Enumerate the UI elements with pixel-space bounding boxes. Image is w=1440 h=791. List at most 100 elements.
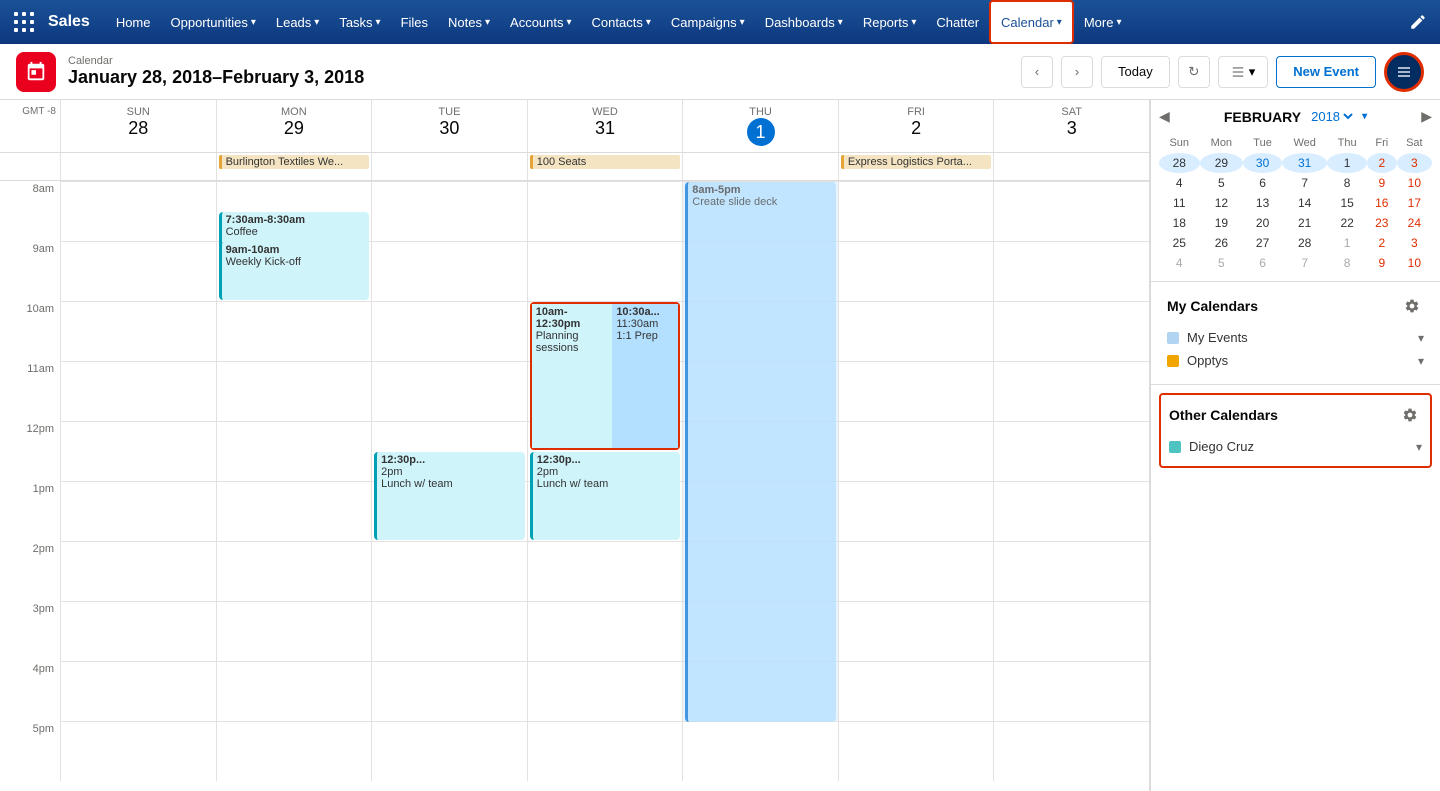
mini-cal-day[interactable]: 12 xyxy=(1200,193,1244,213)
nav-campaigns[interactable]: Campaigns▾ xyxy=(661,0,755,44)
time-cell-tue-3[interactable] xyxy=(371,601,527,661)
allday-fri[interactable]: Express Logistics Porta... xyxy=(838,153,994,180)
mini-cal-day[interactable]: 20 xyxy=(1243,213,1282,233)
time-cell-mon-4[interactable] xyxy=(216,661,372,721)
nav-contacts[interactable]: Contacts▾ xyxy=(582,0,661,44)
time-cell-sun-2[interactable] xyxy=(60,541,216,601)
time-cell-thu-5[interactable] xyxy=(682,721,838,781)
mini-cal-day[interactable]: 3 xyxy=(1397,153,1432,173)
mini-cal-prev[interactable]: ◀ xyxy=(1159,108,1170,125)
diego-cruz-chevron[interactable]: ▾ xyxy=(1416,440,1422,454)
mini-cal-day[interactable]: 4 xyxy=(1159,173,1200,193)
my-events-chevron[interactable]: ▾ xyxy=(1418,331,1424,345)
time-cell-wed-2[interactable] xyxy=(527,541,683,601)
nav-notes[interactable]: Notes▾ xyxy=(438,0,500,44)
time-cell-sun-5[interactable] xyxy=(60,721,216,781)
allday-event-express[interactable]: Express Logistics Porta... xyxy=(841,155,992,169)
time-cell-sat-9[interactable] xyxy=(993,241,1149,301)
time-cell-tue-5[interactable] xyxy=(371,721,527,781)
mini-cal-day[interactable]: 21 xyxy=(1282,213,1327,233)
mini-cal-day[interactable]: 25 xyxy=(1159,233,1200,253)
event-lunch-thu[interactable]: 12:30p... 2pm Lunch w/ team xyxy=(530,452,681,540)
time-cell-sat-12[interactable] xyxy=(993,421,1149,481)
time-cell-sun-8[interactable] xyxy=(60,181,216,241)
time-cell-mon-1[interactable] xyxy=(216,481,372,541)
mini-cal-day[interactable]: 27 xyxy=(1243,233,1282,253)
nav-leads[interactable]: Leads▾ xyxy=(266,0,329,44)
time-cell-sun-12[interactable] xyxy=(60,421,216,481)
mini-cal-day[interactable]: 19 xyxy=(1200,213,1244,233)
event-lunch-wed[interactable]: 12:30p... 2pm Lunch w/ team xyxy=(374,452,525,540)
mini-cal-day[interactable]: 4 xyxy=(1159,253,1200,273)
time-cell-sun-11[interactable] xyxy=(60,361,216,421)
new-event-button[interactable]: New Event xyxy=(1276,56,1376,88)
mini-cal-day[interactable]: 3 xyxy=(1397,233,1432,253)
mini-cal-day[interactable]: 2 xyxy=(1367,233,1397,253)
time-cell-sat-1[interactable] xyxy=(993,481,1149,541)
time-cell-wed-5[interactable] xyxy=(527,721,683,781)
time-cell-sat-8[interactable] xyxy=(993,181,1149,241)
event-planning[interactable]: 10am- 12:30pm Planning sessions xyxy=(532,304,613,448)
time-cell-mon-5[interactable] xyxy=(216,721,372,781)
event-slide-deck[interactable]: 8am-5pm Create slide deck xyxy=(685,182,836,722)
time-cell-fri-12[interactable] xyxy=(838,421,994,481)
time-cell-sat-4[interactable] xyxy=(993,661,1149,721)
time-cell-tue-2[interactable] xyxy=(371,541,527,601)
mini-cal-next[interactable]: ▶ xyxy=(1421,108,1432,125)
mini-cal-day[interactable]: 7 xyxy=(1282,173,1327,193)
mini-cal-day[interactable]: 16 xyxy=(1367,193,1397,213)
mini-cal-day[interactable]: 24 xyxy=(1397,213,1432,233)
mini-cal-day[interactable]: 10 xyxy=(1397,253,1432,273)
time-cell-wed-8[interactable] xyxy=(527,181,683,241)
mini-cal-day[interactable]: 5 xyxy=(1200,173,1244,193)
time-cell-sun-10[interactable] xyxy=(60,301,216,361)
time-cell-wed-4[interactable] xyxy=(527,661,683,721)
prev-button[interactable]: ‹ xyxy=(1021,56,1053,88)
time-cell-sun-9[interactable] xyxy=(60,241,216,301)
time-grid[interactable]: 8am 7:30am-8:30am Coffee 8a xyxy=(0,181,1149,791)
time-cell-sat-3[interactable] xyxy=(993,601,1149,661)
mini-cal-day[interactable]: 6 xyxy=(1243,173,1282,193)
mini-cal-day[interactable]: 9 xyxy=(1367,253,1397,273)
mini-cal-day[interactable]: 9 xyxy=(1367,173,1397,193)
menu-button[interactable] xyxy=(1384,52,1424,92)
allday-wed[interactable]: 100 Seats xyxy=(527,153,683,180)
mini-cal-day[interactable]: 22 xyxy=(1327,213,1366,233)
time-cell-mon-3[interactable] xyxy=(216,601,372,661)
mini-cal-year-select[interactable]: 2018 xyxy=(1307,108,1356,125)
mini-cal-day[interactable]: 15 xyxy=(1327,193,1366,213)
time-cell-fri-3[interactable] xyxy=(838,601,994,661)
time-cell-tue-8[interactable] xyxy=(371,181,527,241)
time-cell-tue-1[interactable]: 12:30p... 2pm Lunch w/ team xyxy=(371,481,527,541)
nav-accounts[interactable]: Accounts▾ xyxy=(500,0,582,44)
mini-cal-day[interactable]: 26 xyxy=(1200,233,1244,253)
time-cell-wed-3[interactable] xyxy=(527,601,683,661)
time-cell-sun-4[interactable] xyxy=(60,661,216,721)
mini-cal-day[interactable]: 10 xyxy=(1397,173,1432,193)
mini-cal-day[interactable]: 23 xyxy=(1367,213,1397,233)
time-cell-mon-10[interactable] xyxy=(216,301,372,361)
mini-cal-day[interactable]: 7 xyxy=(1282,253,1327,273)
time-cell-fri-11[interactable] xyxy=(838,361,994,421)
nav-more[interactable]: More▾ xyxy=(1074,0,1132,44)
mini-cal-day[interactable]: 8 xyxy=(1327,253,1366,273)
mini-cal-day[interactable]: 2 xyxy=(1367,153,1397,173)
time-cell-wed-10[interactable]: 10am- 12:30pm Planning sessions 10:30a..… xyxy=(527,301,683,361)
time-cell-wed-1[interactable]: 12:30p... 2pm Lunch w/ team xyxy=(527,481,683,541)
time-cell-fri-9[interactable] xyxy=(838,241,994,301)
edit-icon[interactable] xyxy=(1404,8,1432,36)
mini-cal-day[interactable]: 14 xyxy=(1282,193,1327,213)
today-button[interactable]: Today xyxy=(1101,56,1170,88)
mini-cal-day[interactable]: 28 xyxy=(1282,233,1327,253)
time-cell-wed-9[interactable] xyxy=(527,241,683,301)
view-selector[interactable]: ▾ xyxy=(1218,56,1269,88)
mini-cal-day[interactable]: 18 xyxy=(1159,213,1200,233)
mini-cal-day[interactable]: 28 xyxy=(1159,153,1200,173)
time-cell-mon-9[interactable]: 9am-10am Weekly Kick-off xyxy=(216,241,372,301)
nav-calendar[interactable]: Calendar▾ xyxy=(989,0,1074,44)
nav-tasks[interactable]: Tasks▾ xyxy=(329,0,390,44)
mini-cal-day[interactable]: 17 xyxy=(1397,193,1432,213)
time-cell-sat-2[interactable] xyxy=(993,541,1149,601)
time-cell-sun-3[interactable] xyxy=(60,601,216,661)
time-cell-tue-9[interactable] xyxy=(371,241,527,301)
